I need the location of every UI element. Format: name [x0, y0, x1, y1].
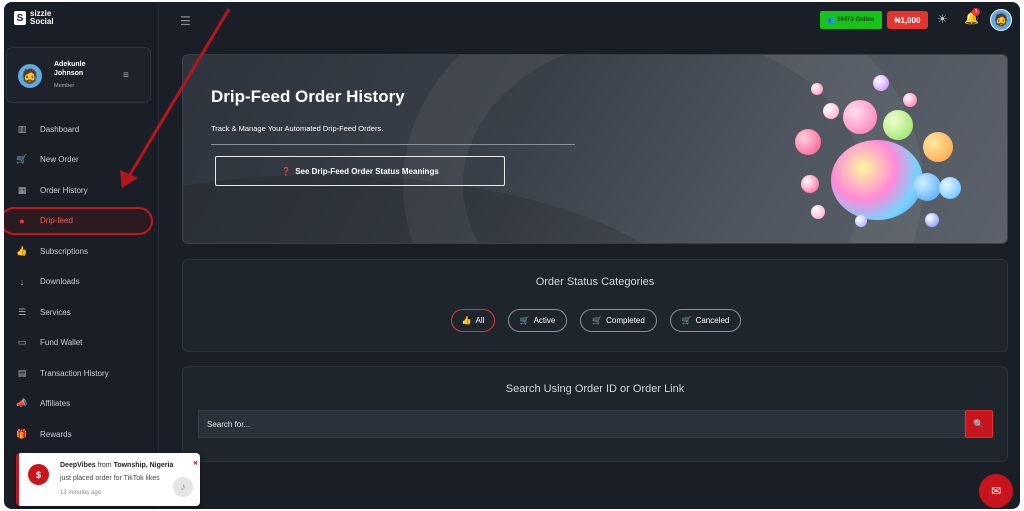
- search-icon: 🔍: [973, 418, 985, 429]
- filter-completed-button[interactable]: 🛒 Completed: [580, 309, 657, 332]
- user-name: Adekunle Johnson: [54, 61, 86, 77]
- sidebar-item-label: Transaction History: [40, 368, 109, 378]
- search-card: Search Using Order ID or Order Link 🔍: [182, 366, 1008, 462]
- cart-icon: 🛒: [16, 154, 28, 165]
- cart-icon: 🛒: [519, 316, 530, 325]
- toast-message: just placed order for TikTok likes: [60, 475, 160, 482]
- app-frame: S sizzle Social 🧔 Adekunle Johnson Membe…: [4, 2, 1020, 509]
- sidebar-item-label: Fund Wallet: [40, 338, 83, 348]
- thumbs-up-icon: 👍: [461, 316, 472, 325]
- hero-banner: Drip-Feed Order History Track & Manage Y…: [182, 54, 1008, 244]
- filter-all-button[interactable]: 👍 All: [451, 309, 495, 332]
- sidebar-item-label: Drip-feed: [40, 216, 73, 226]
- toast-time: 13 minutes ago: [60, 490, 102, 496]
- sidebar-item-label: Order History: [40, 185, 88, 195]
- online-count-badge: 👥 26473 Online: [820, 11, 882, 29]
- sidebar-item-affiliates[interactable]: 📣 Affiliates: [4, 389, 159, 420]
- sidebar-item-label: Services: [40, 307, 71, 317]
- profile-avatar[interactable]: 🧔: [990, 9, 1012, 31]
- sidebar: S sizzle Social 🧔 Adekunle Johnson Membe…: [4, 2, 159, 509]
- search-button[interactable]: 🔍: [965, 410, 993, 438]
- users-icon: 👥: [827, 17, 838, 24]
- cart-icon: 🛒: [681, 316, 692, 325]
- toast-from: from: [97, 462, 112, 469]
- filter-icon[interactable]: ≡: [123, 70, 129, 81]
- brand-logo[interactable]: S sizzle Social: [14, 10, 54, 26]
- sidebar-item-subscriptions[interactable]: 👍 Subscriptions: [4, 236, 159, 267]
- filter-canceled-button[interactable]: 🛒 Canceled: [670, 309, 741, 332]
- toast-location: Township, Nigeria: [113, 462, 174, 469]
- sidebar-item-rewards[interactable]: 🎁 Rewards: [4, 419, 159, 450]
- status-meanings-button[interactable]: ❓ See Drip-Feed Order Status Meanings: [215, 156, 505, 186]
- toast-user: DeepVibes: [60, 462, 96, 469]
- status-categories-title: Order Status Categories: [535, 276, 655, 288]
- brand-line2: Social: [30, 17, 54, 26]
- file-icon: ▤: [17, 367, 27, 378]
- avatar[interactable]: 🧔: [18, 64, 42, 88]
- search-input[interactable]: [198, 410, 965, 438]
- sidebar-item-dashboard[interactable]: ▥ Dashboard: [4, 114, 159, 145]
- divider: [211, 144, 575, 145]
- user-role: Member: [54, 83, 75, 89]
- list-icon: ☰: [17, 306, 27, 317]
- search-title: Search Using Order ID or Order Link: [505, 383, 685, 395]
- sidebar-item-label: Dashboard: [40, 124, 80, 134]
- dollar-icon: $: [28, 464, 49, 485]
- calendar-icon: ▦: [17, 184, 27, 195]
- sidebar-item-transaction-history[interactable]: ▤ Transaction History: [4, 358, 159, 389]
- tiktok-icon: ♪: [173, 477, 193, 497]
- mail-fab-button[interactable]: ✉: [979, 474, 1013, 508]
- wallet-balance-button[interactable]: ₦1,000: [887, 11, 928, 29]
- wallet-icon: ▭: [17, 337, 27, 348]
- close-icon[interactable]: ✖: [193, 460, 198, 467]
- drip-icon: ●: [19, 215, 25, 226]
- sidebar-item-label: New Order: [40, 155, 79, 165]
- user-card: 🧔 Adekunle Johnson Member ≡: [6, 47, 151, 103]
- page-subtitle: Track & Manage Your Automated Drip-Feed …: [211, 124, 384, 133]
- notification-count-badge: 1: [972, 8, 980, 16]
- sidebar-item-label: Downloads: [40, 277, 80, 287]
- status-categories-card: Order Status Categories 👍 All 🛒 Active 🛒 Co…: [182, 259, 1008, 352]
- decorative-swoosh: [403, 55, 923, 243]
- sun-icon[interactable]: ☀: [937, 12, 948, 26]
- sidebar-item-order-history[interactable]: ▦ Order History: [4, 175, 159, 206]
- thumbs-up-icon: 👍: [16, 245, 28, 256]
- chart-icon: ▥: [17, 123, 27, 134]
- sidebar-item-fund-wallet[interactable]: ▭ Fund Wallet: [4, 328, 159, 359]
- sidebar-item-drip-feed[interactable]: ● Drip-feed: [4, 206, 159, 237]
- gift-icon: 🎁: [16, 428, 28, 439]
- sidebar-nav: ▥ Dashboard 🛒 New Order ▦ Order History …: [4, 114, 159, 450]
- bullhorn-icon: 📣: [16, 398, 28, 409]
- sidebar-item-label: Affiliates: [40, 399, 71, 409]
- sidebar-item-downloads[interactable]: ↓ Downloads: [4, 267, 159, 298]
- sidebar-item-label: Rewards: [40, 429, 72, 439]
- filter-active-button[interactable]: 🛒 Active: [508, 309, 567, 332]
- sidebar-item-new-order[interactable]: 🛒 New Order: [4, 145, 159, 176]
- hamburger-menu-icon[interactable]: ☰: [180, 14, 191, 28]
- cart-icon: 🛒: [592, 316, 603, 325]
- recent-order-toast: $ DeepVibes from Township, Nigeria just …: [16, 453, 200, 506]
- page-title: Drip-Feed Order History: [211, 87, 405, 106]
- envelope-icon: ✉: [990, 484, 1002, 498]
- sidebar-item-services[interactable]: ☰ Services: [4, 297, 159, 328]
- sidebar-item-label: Subscriptions: [40, 246, 89, 256]
- download-icon: ↓: [19, 276, 25, 287]
- logo-mark-icon: S: [14, 11, 26, 25]
- question-circle-icon: ❓: [281, 166, 292, 176]
